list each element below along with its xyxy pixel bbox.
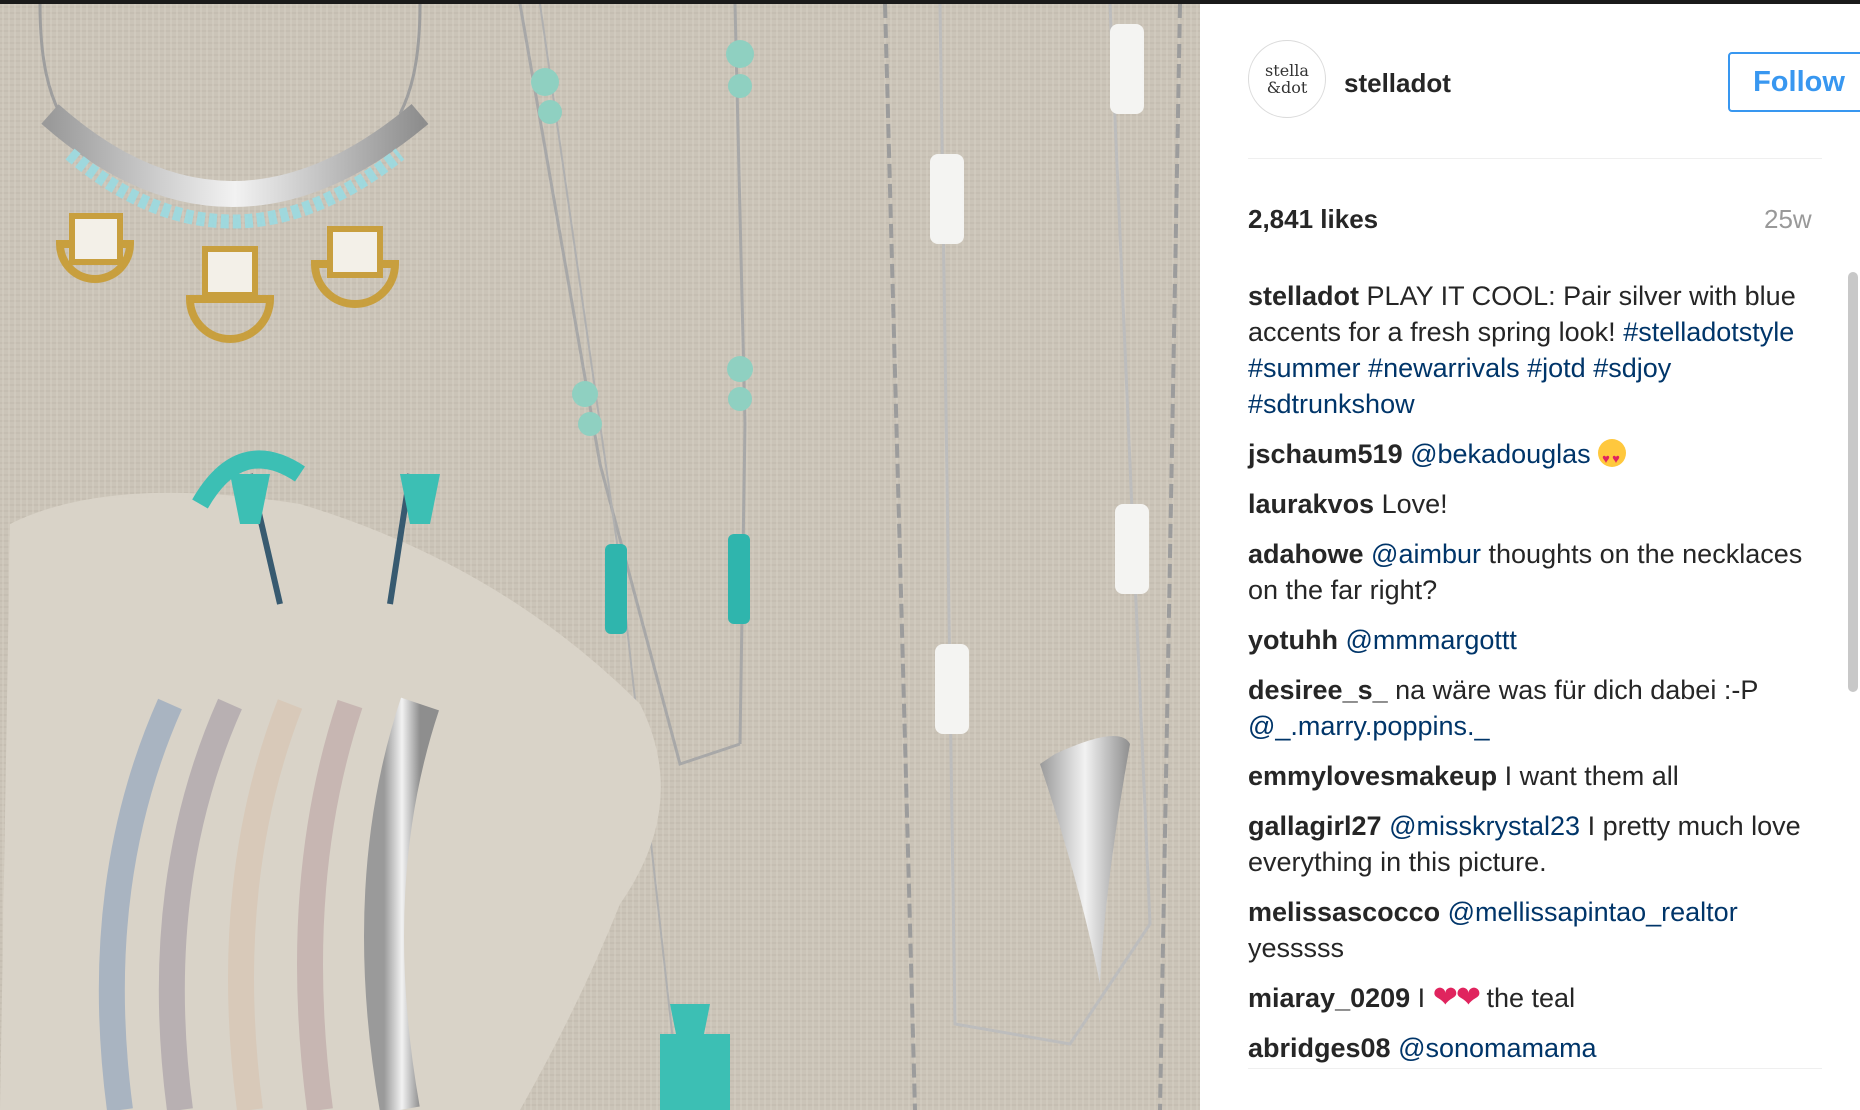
comment: gallagirl27 @misskrystal23 I pretty much… — [1248, 808, 1808, 880]
post-age[interactable]: 25w — [1764, 204, 1812, 235]
avatar-text-line2: &dot — [1266, 78, 1308, 97]
post-username[interactable]: stelladot — [1344, 68, 1451, 99]
comment-text: Love! — [1381, 489, 1448, 519]
likes-count[interactable]: 2,841 likes — [1248, 204, 1378, 235]
comment-username[interactable]: adahowe — [1248, 539, 1364, 569]
post-photo[interactable] — [0, 4, 1200, 1110]
comment: laurakvos Love! — [1248, 486, 1808, 522]
comment: melissascocco @mellissapintao_realtor ye… — [1248, 894, 1808, 966]
comment-mention[interactable]: @bekadouglas — [1410, 439, 1591, 469]
comment-username[interactable]: melissascocco — [1248, 897, 1440, 927]
header-divider — [1248, 158, 1822, 159]
comment-text: yesssss — [1248, 933, 1345, 963]
comment-mention[interactable]: @_.marry.poppins._ — [1248, 711, 1490, 741]
comments-list: stelladot PLAY IT COOL: Pair silver with… — [1248, 278, 1808, 1080]
heart-eyes-emoji-icon — [1598, 439, 1627, 477]
comment-mention[interactable]: @mellissapintao_realtor — [1448, 897, 1738, 927]
comment-text: the teal — [1486, 983, 1576, 1013]
comment-username[interactable]: desiree_s_ — [1248, 675, 1388, 705]
comment: adahowe @aimbur thoughts on the necklace… — [1248, 536, 1808, 608]
follow-button[interactable]: Follow — [1728, 52, 1860, 112]
post-header: stella &dot stelladot Follow — [1248, 40, 1860, 160]
comment-username[interactable]: jschaum519 — [1248, 439, 1403, 469]
comment-username[interactable]: laurakvos — [1248, 489, 1374, 519]
comment-text: I want them all — [1504, 761, 1679, 791]
comment-username[interactable]: gallagirl27 — [1248, 811, 1382, 841]
comment-mention[interactable]: @misskrystal23 — [1389, 811, 1580, 841]
comment-mention[interactable]: @aimbur — [1371, 539, 1481, 569]
comment: emmylovesmakeup I want them all — [1248, 758, 1808, 794]
comment-username[interactable]: abridges08 — [1248, 1033, 1391, 1063]
comment-text: I — [1417, 983, 1426, 1013]
avatar[interactable]: stella &dot — [1248, 40, 1326, 118]
hashtag-link[interactable]: #stelladotstyle — [1623, 317, 1794, 347]
comment-mention[interactable]: @mmmargottt — [1346, 625, 1517, 655]
comment-mention[interactable]: @sonomamama — [1398, 1033, 1596, 1063]
hashtag-link[interactable]: #sdjoy — [1593, 353, 1671, 383]
post-details-panel: stella &dot stelladot Follow 2,841 likes… — [1200, 4, 1860, 1110]
comment-username[interactable]: miaray_0209 — [1248, 983, 1410, 1013]
caption: stelladot PLAY IT COOL: Pair silver with… — [1248, 278, 1808, 422]
footer-divider — [1248, 1068, 1822, 1069]
jewelry-photo-illustration — [0, 4, 1200, 1110]
comment: miaray_0209 I ❤❤ the teal — [1248, 980, 1808, 1016]
caption-username[interactable]: stelladot — [1248, 281, 1359, 311]
comment: jschaum519 @bekadouglas — [1248, 436, 1808, 477]
hashtag-link[interactable]: #sdtrunkshow — [1248, 389, 1415, 419]
comment-text: na wäre was für dich dabei :-P — [1395, 675, 1758, 705]
heart-emoji-icon: ❤❤ — [1432, 981, 1481, 1014]
comment-username[interactable]: emmylovesmakeup — [1248, 761, 1497, 791]
comment-username[interactable]: yotuhh — [1248, 625, 1338, 655]
hashtag-link[interactable]: #jotd — [1527, 353, 1586, 383]
hashtag-link[interactable]: #summer — [1248, 353, 1361, 383]
comment: yotuhh @mmmargottt — [1248, 622, 1808, 658]
comments-scrollbar[interactable] — [1848, 272, 1858, 692]
comment: desiree_s_ na wäre was für dich dabei :-… — [1248, 672, 1808, 744]
comment: abridges08 @sonomamama — [1248, 1030, 1808, 1066]
hashtag-link[interactable]: #newarrivals — [1368, 353, 1520, 383]
avatar-text-line1: stella — [1265, 61, 1309, 80]
